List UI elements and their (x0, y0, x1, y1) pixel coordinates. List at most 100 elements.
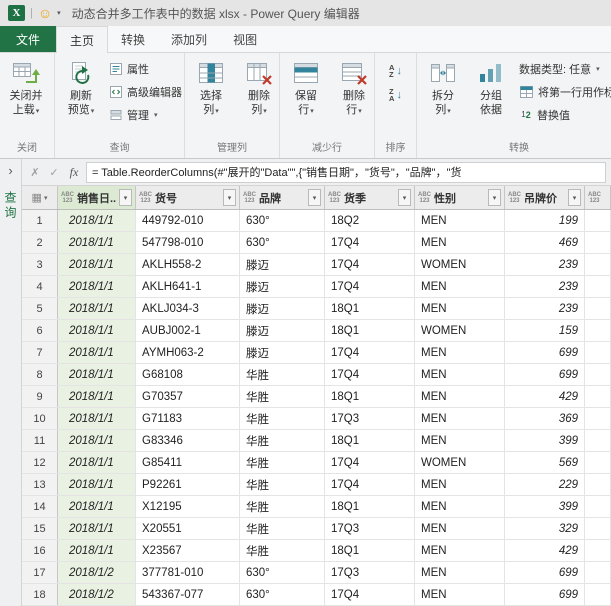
filter-dropdown-button[interactable]: ▾ (488, 189, 501, 206)
row-number[interactable]: 1 (22, 210, 58, 231)
cell-brand[interactable]: 华胜 (240, 408, 325, 429)
cell-extra[interactable] (585, 474, 611, 495)
cell-extra[interactable] (585, 430, 611, 451)
cell-season[interactable]: 17Q4 (325, 342, 415, 363)
cell-brand[interactable]: 630° (240, 232, 325, 253)
cell-gender[interactable]: MEN (415, 232, 505, 253)
cell-sku[interactable]: 377781-010 (136, 562, 240, 583)
tab-add-column[interactable]: 添加列 (158, 26, 220, 52)
cell-gender[interactable]: MEN (415, 518, 505, 539)
row-number[interactable]: 15 (22, 518, 58, 539)
cell-gender[interactable]: MEN (415, 386, 505, 407)
cell-season[interactable]: 18Q1 (325, 540, 415, 561)
cell-date[interactable]: 2018/1/1 (58, 452, 136, 473)
column-data-type-icon[interactable]: ABC 123 (508, 192, 521, 204)
queries-pane-vertical-label[interactable]: 查询 (2, 191, 19, 221)
smiley-feedback-icon[interactable]: ☺ (38, 6, 52, 20)
commit-formula-icon[interactable]: ✓ (46, 166, 62, 179)
cell-price[interactable]: 239 (505, 254, 585, 275)
cell-sku[interactable]: G68108 (136, 364, 240, 385)
cell-gender[interactable]: WOMEN (415, 320, 505, 341)
cell-brand[interactable]: 滕迈 (240, 298, 325, 319)
cell-sku[interactable]: G71183 (136, 408, 240, 429)
cell-season[interactable]: 18Q1 (325, 496, 415, 517)
row-number[interactable]: 5 (22, 298, 58, 319)
cell-brand[interactable]: 滕迈 (240, 276, 325, 297)
column-data-type-icon[interactable]: ABC 123 (418, 192, 431, 204)
cell-season[interactable]: 17Q3 (325, 408, 415, 429)
cell-gender[interactable]: WOMEN (415, 452, 505, 473)
cell-extra[interactable] (585, 496, 611, 517)
tab-home[interactable]: 主页 (56, 26, 109, 53)
cell-date[interactable]: 2018/1/1 (58, 364, 136, 385)
manage-button[interactable]: 管理 ▾ (106, 104, 181, 126)
cell-season[interactable]: 17Q4 (325, 254, 415, 275)
cell-date[interactable]: 2018/1/1 (58, 276, 136, 297)
cell-season[interactable]: 18Q1 (325, 298, 415, 319)
tab-transform[interactable]: 转换 (108, 26, 158, 52)
cell-date[interactable]: 2018/1/1 (58, 298, 136, 319)
filter-dropdown-button[interactable]: ▾ (223, 189, 236, 206)
cell-brand[interactable]: 华胜 (240, 540, 325, 561)
cell-brand[interactable]: 华胜 (240, 364, 325, 385)
cell-brand[interactable]: 华胜 (240, 452, 325, 473)
cell-date[interactable]: 2018/1/1 (58, 474, 136, 495)
column-data-type-icon[interactable]: ABC 123 (243, 192, 256, 204)
table-corner-menu-button[interactable]: ▦ ▾ (22, 186, 58, 209)
column-header-sku[interactable]: ABC 123 货号 ▾ (136, 186, 240, 209)
cell-date[interactable]: 2018/1/1 (58, 254, 136, 275)
cell-date[interactable]: 2018/1/1 (58, 232, 136, 253)
cell-brand[interactable]: 华胜 (240, 496, 325, 517)
cell-gender[interactable]: MEN (415, 298, 505, 319)
cell-extra[interactable] (585, 210, 611, 231)
cell-price[interactable]: 699 (505, 562, 585, 583)
cell-price[interactable]: 399 (505, 496, 585, 517)
column-data-type-icon[interactable]: ABC 123 (328, 192, 341, 204)
filter-dropdown-button[interactable]: ▾ (568, 189, 581, 206)
cell-date[interactable]: 2018/1/1 (58, 408, 136, 429)
cell-price[interactable]: 159 (505, 320, 585, 341)
data-type-button[interactable]: 数据类型: 任意 ▾ (516, 58, 611, 80)
column-data-type-icon[interactable]: ABC 123 (139, 192, 152, 204)
cell-extra[interactable] (585, 584, 611, 605)
cell-season[interactable]: 17Q3 (325, 562, 415, 583)
cell-date[interactable]: 2018/1/1 (58, 342, 136, 363)
cell-price[interactable]: 329 (505, 518, 585, 539)
cell-sku[interactable]: AYMH063-2 (136, 342, 240, 363)
cell-sku[interactable]: 449792-010 (136, 210, 240, 231)
cell-extra[interactable] (585, 452, 611, 473)
cell-brand[interactable]: 滕迈 (240, 342, 325, 363)
cell-price[interactable]: 699 (505, 342, 585, 363)
cell-season[interactable]: 17Q4 (325, 474, 415, 495)
cell-brand[interactable]: 华胜 (240, 386, 325, 407)
row-number[interactable]: 14 (22, 496, 58, 517)
cell-season[interactable]: 17Q3 (325, 518, 415, 539)
cell-sku[interactable]: X20551 (136, 518, 240, 539)
cell-price[interactable]: 239 (505, 276, 585, 297)
row-number[interactable]: 6 (22, 320, 58, 341)
cell-date[interactable]: 2018/1/1 (58, 386, 136, 407)
cell-date[interactable]: 2018/1/1 (58, 320, 136, 341)
row-number[interactable]: 13 (22, 474, 58, 495)
cell-brand[interactable]: 滕迈 (240, 254, 325, 275)
row-number[interactable]: 3 (22, 254, 58, 275)
cell-gender[interactable]: MEN (415, 430, 505, 451)
cell-sku[interactable]: G85411 (136, 452, 240, 473)
row-number[interactable]: 10 (22, 408, 58, 429)
expand-queries-pane-chevron-icon[interactable]: › (8, 164, 12, 177)
row-number[interactable]: 2 (22, 232, 58, 253)
cell-gender[interactable]: MEN (415, 584, 505, 605)
cell-sku[interactable]: 543367-077 (136, 584, 240, 605)
cell-brand[interactable]: 华胜 (240, 430, 325, 451)
row-number[interactable]: 4 (22, 276, 58, 297)
cell-price[interactable]: 429 (505, 386, 585, 407)
filter-dropdown-button[interactable]: ▾ (398, 189, 411, 206)
remove-rows-button[interactable]: 删除 行▾ (331, 56, 377, 119)
cell-gender[interactable]: WOMEN (415, 254, 505, 275)
cell-date[interactable]: 2018/1/2 (58, 584, 136, 605)
cell-gender[interactable]: MEN (415, 408, 505, 429)
cell-date[interactable]: 2018/1/1 (58, 430, 136, 451)
cell-extra[interactable] (585, 342, 611, 363)
cell-date[interactable]: 2018/1/1 (58, 540, 136, 561)
row-number[interactable]: 18 (22, 584, 58, 605)
